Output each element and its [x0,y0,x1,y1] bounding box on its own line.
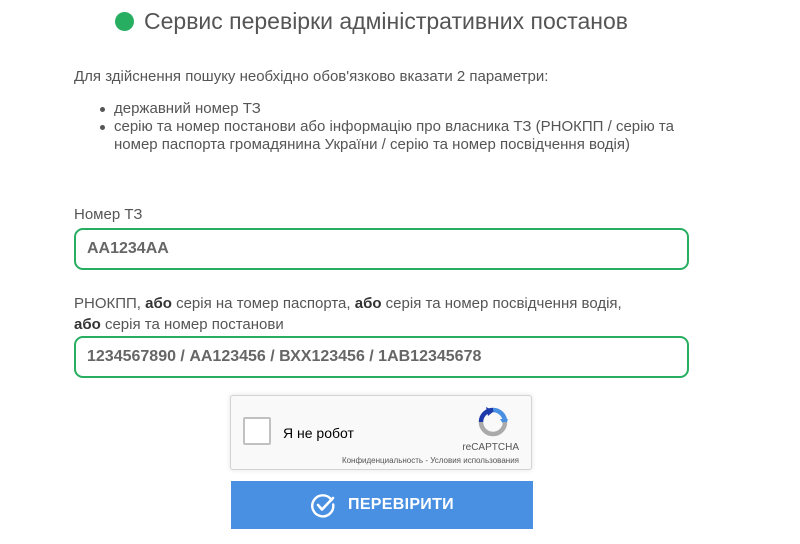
plate-number-label: Номер ТЗ [74,206,143,223]
plate-number-input[interactable] [76,230,687,268]
check-circle-icon [311,494,335,518]
identity-label-text: серія та номер посвідчення водія, [381,295,622,312]
identity-label-or: або [74,316,101,333]
identity-label-text: серія та номер постанови [100,316,284,333]
page-title: Сервис перевірки адміністративних постан… [144,8,629,34]
identity-label: РНОКПП, або серія на томер паспорта, або… [74,293,694,335]
check-button[interactable]: ПЕРЕВІРИТИ [231,481,533,529]
requirement-item-plate: державний номер ТЗ [74,100,694,118]
identity-label-text: РНОКПП, [74,295,146,312]
recaptcha-label: Я не робот [283,425,354,441]
recaptcha-checkbox[interactable] [243,417,271,445]
plate-number-field [74,228,689,270]
recaptcha-privacy-link[interactable]: Конфиденциальность [342,456,423,465]
intro-text: Для здійснення пошуку необхідно обов'язк… [74,68,549,85]
requirements-list: державний номер ТЗ серію та номер постан… [74,100,694,154]
recaptcha-brand: reCAPTCHA [462,442,519,453]
check-button-label: ПЕРЕВІРИТИ [348,496,454,513]
identity-input[interactable] [76,338,687,376]
recaptcha-logo-icon [478,407,508,437]
status-dot-icon [115,12,134,31]
identity-label-or: або [354,295,382,312]
identity-field [74,336,689,378]
recaptcha-links: Конфиденциальность - Условия использован… [342,456,519,465]
recaptcha-widget: Я не робот reCAPTCHA Конфиденциальность … [230,395,532,470]
requirement-item-identity: серію та номер постанови або інформацію … [74,118,694,154]
page-header: Сервис перевірки адміністративних постан… [115,8,628,35]
identity-label-text: серія на томер паспорта, [171,295,355,312]
identity-label-or: або [145,295,172,312]
recaptcha-terms-link[interactable]: Условия использования [430,456,519,465]
